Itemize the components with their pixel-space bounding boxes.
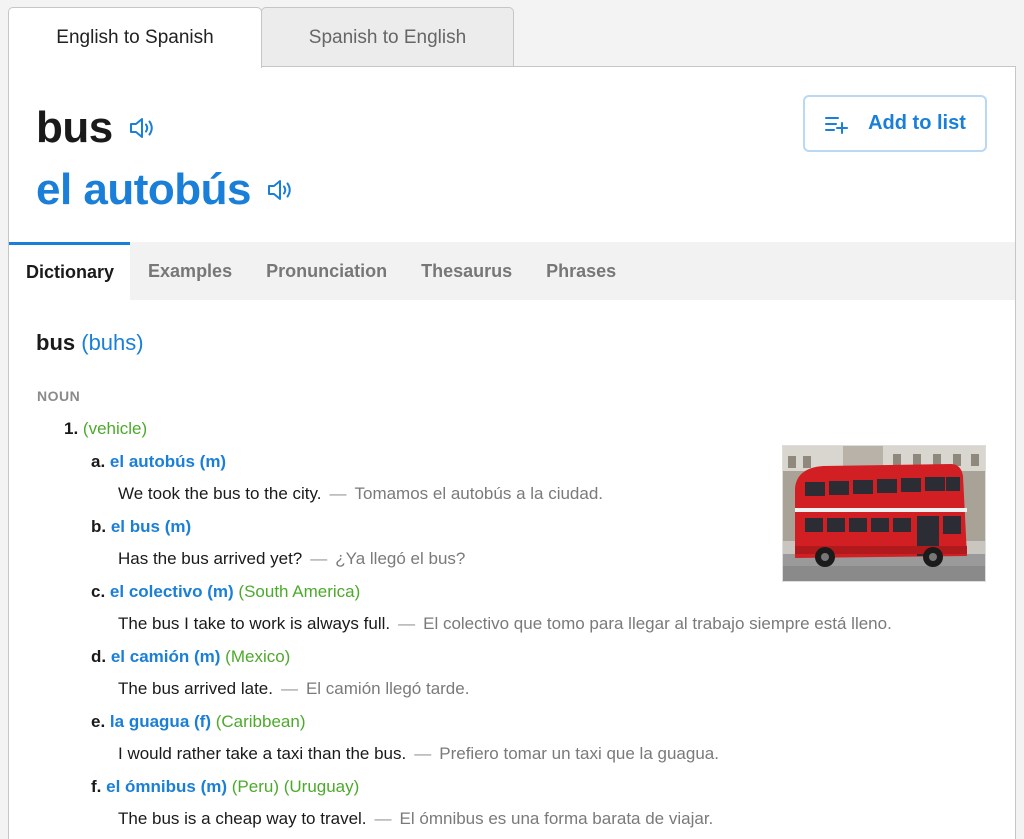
bus-image: [782, 445, 986, 582]
translation-word-link[interactable]: el autobús (m): [110, 452, 226, 471]
tab-pronunciation[interactable]: Pronunciation: [249, 242, 404, 300]
example-spanish: ¿Ya llegó el bus?: [335, 549, 466, 568]
translation-item: e. la guagua (f) (Caribbean): [91, 712, 305, 732]
translation-letter: f.: [91, 777, 102, 796]
sense-context: (vehicle): [82, 419, 148, 438]
translation-item: b. el bus (m): [91, 517, 191, 537]
translation-letter: e.: [91, 712, 106, 731]
headword-text: bus: [36, 103, 113, 152]
example-dash: —: [329, 484, 347, 503]
speaker-icon[interactable]: [265, 175, 295, 205]
example-sentence: The bus arrived late. — El camión llegó ta…: [118, 679, 469, 699]
example-spanish: El camión llegó tarde.: [305, 679, 470, 698]
example-spanish: Tomamos el autobús a la ciudad.: [354, 484, 604, 503]
translation-text: el autobús: [36, 165, 252, 214]
example-dash: —: [280, 679, 298, 698]
translation-word-link[interactable]: el camión (m): [111, 647, 221, 666]
example-sentence: The bus I take to work is always full. — E…: [118, 614, 892, 634]
example-dash: —: [398, 614, 416, 633]
content-tabs: Dictionary Examples Pronunciation Thesau…: [9, 242, 1015, 300]
translation-word-link[interactable]: el colectivo (m): [110, 582, 234, 601]
translation-letter: b.: [91, 517, 107, 536]
tab-examples[interactable]: Examples: [130, 242, 249, 300]
translation-region: (Mexico): [225, 647, 291, 666]
example-english: Has the bus arrived yet?: [118, 549, 303, 568]
headword: bus: [36, 103, 157, 153]
entry-phonetic: (buhs): [81, 330, 144, 355]
add-to-list-label: Add to list: [868, 112, 966, 134]
tab-spanish-to-english[interactable]: Spanish to English: [261, 7, 514, 67]
example-spanish: El colectivo que tomo para llegar al tra…: [423, 614, 892, 633]
example-english: The bus I take to work is always full.: [118, 614, 391, 633]
tab-phrases[interactable]: Phrases: [529, 242, 633, 300]
example-dash: —: [310, 549, 328, 568]
tab-english-to-spanish[interactable]: English to Spanish: [8, 7, 262, 68]
translation-region: (South America): [238, 582, 361, 601]
sense-number: 1.: [64, 419, 79, 438]
translation-region: (Caribbean): [215, 712, 306, 731]
example-spanish: El ómnibus es una forma barata de viajar…: [399, 809, 714, 828]
example-sentence: We took the bus to the city. — Tomamos el …: [118, 484, 603, 504]
main-translation: el autobús: [36, 165, 295, 215]
example-english: We took the bus to the city.: [118, 484, 322, 503]
tab-dictionary[interactable]: Dictionary: [9, 242, 131, 300]
example-english: I would rather take a taxi than the bus.: [118, 744, 407, 763]
entry-word: bus: [36, 330, 76, 355]
translation-word-link[interactable]: la guagua (f): [110, 712, 211, 731]
example-english: The bus arrived late.: [118, 679, 273, 698]
example-sentence: I would rather take a taxi than the bus.…: [118, 744, 719, 764]
translation-letter: d.: [91, 647, 107, 666]
translation-word-link[interactable]: el bus (m): [111, 517, 191, 536]
part-of-speech: NOUN: [37, 388, 81, 404]
example-dash: —: [374, 809, 392, 828]
example-english: The bus is a cheap way to travel.: [118, 809, 367, 828]
translation-region: (Peru) (Uruguay): [231, 777, 360, 796]
dictionary-card: bus el autobús Add to list Dictionary Ex…: [8, 66, 1016, 839]
translation-item: f. el ómnibus (m) (Peru) (Uruguay): [91, 777, 359, 797]
example-sentence: The bus is a cheap way to travel. — El ómn…: [118, 809, 713, 829]
tab-thesaurus[interactable]: Thesaurus: [404, 242, 529, 300]
translation-item: d. el camión (m) (Mexico): [91, 647, 290, 667]
example-sentence: Has the bus arrived yet? — ¿Ya llegó el bu…: [118, 549, 465, 569]
translation-letter: c.: [91, 582, 106, 601]
add-to-list-button[interactable]: Add to list: [803, 95, 987, 152]
add-list-icon: [824, 114, 849, 134]
example-dash: —: [414, 744, 432, 763]
translation-word-link[interactable]: el ómnibus (m): [106, 777, 227, 796]
example-spanish: Prefiero tomar un taxi que la guagua.: [439, 744, 719, 763]
sense-heading: 1. (vehicle): [64, 419, 147, 439]
speaker-icon[interactable]: [127, 113, 157, 143]
translation-item: c. el colectivo (m) (South America): [91, 582, 360, 602]
entry-heading: bus (buhs): [36, 330, 144, 356]
translation-letter: a.: [91, 452, 106, 471]
translation-item: a. el autobús (m): [91, 452, 226, 472]
